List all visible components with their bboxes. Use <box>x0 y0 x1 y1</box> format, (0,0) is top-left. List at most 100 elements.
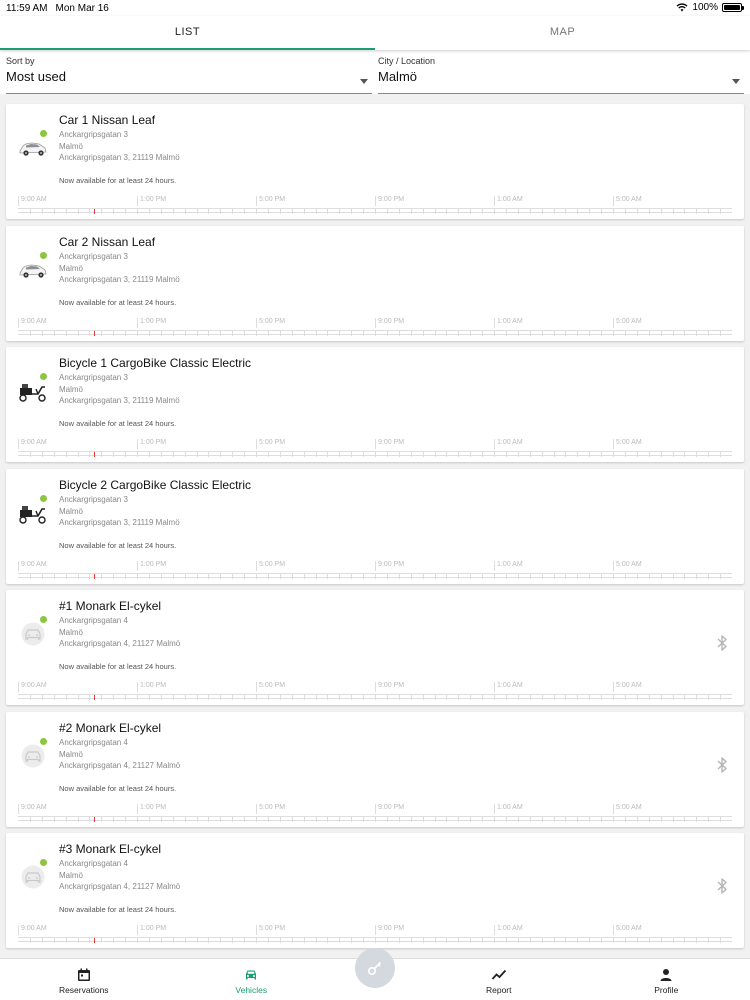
vehicle-card[interactable]: #3 Monark El-cykel Anckargripsgatan 4 Malm… <box>6 833 744 948</box>
vehicle-card[interactable]: Car 1 Nissan Leaf Anckargripsgatan 3 Malmö… <box>6 104 744 219</box>
timeline-tick <box>660 695 662 700</box>
timeline-tick <box>434 452 436 457</box>
timeline-now-marker <box>93 573 95 579</box>
timeline-tick <box>565 452 567 457</box>
timeline-tick <box>363 938 365 943</box>
availability-timeline[interactable]: 9:00 AM 1:00 PM 5:00 PM 9:00 PM 1:00 AM 5:00 … <box>18 560 732 579</box>
availability-timeline[interactable]: 9:00 AM 1:00 PM 5:00 PM 9:00 PM 1:00 AM 5:00 … <box>18 439 732 457</box>
key-icon <box>367 961 382 976</box>
timeline-tick <box>577 452 579 457</box>
tab-map[interactable]: MAP <box>375 16 750 50</box>
battery-percent: 100% <box>692 2 718 13</box>
timeline-tick <box>41 209 43 214</box>
timeline-tick <box>720 452 722 457</box>
key-button[interactable] <box>355 948 395 988</box>
timeline-tick <box>339 452 341 457</box>
timeline-tick <box>53 330 55 336</box>
timeline-tick <box>244 816 246 822</box>
timeline-label: 5:00 PM <box>256 682 285 692</box>
timeline-label: 1:00 AM <box>494 196 523 206</box>
sort-by-select[interactable]: Sort by Most used <box>6 56 372 94</box>
timeline-tick <box>148 330 150 336</box>
timeline-tick <box>601 816 603 822</box>
timeline-tick <box>172 695 174 700</box>
timeline-tick <box>660 573 662 579</box>
timeline-tick <box>505 816 507 822</box>
timeline-tick <box>113 330 115 336</box>
timeline-tick <box>684 209 686 214</box>
timeline-label: 5:00 AM <box>613 803 642 814</box>
timeline-tick <box>422 330 424 336</box>
timeline-tick <box>125 938 127 943</box>
timeline-label: 1:00 PM <box>137 196 166 206</box>
availability-timeline[interactable]: 9:00 AM 1:00 PM 5:00 PM 9:00 PM 1:00 AM 5:00 … <box>18 925 732 943</box>
vehicle-card[interactable]: Bicycle 1 CargoBike Classic Electric Anck… <box>6 347 744 462</box>
timeline-tick <box>244 695 246 700</box>
timeline-tick <box>339 816 341 822</box>
timeline-label: 5:00 PM <box>256 925 285 935</box>
timeline-tick <box>541 816 543 822</box>
vehicle-card[interactable]: Bicycle 2 CargoBike Classic Electric Anck… <box>6 468 744 584</box>
timeline-tick <box>708 695 710 700</box>
availability-timeline[interactable]: 9:00 AM 1:00 PM 5:00 PM 9:00 PM 1:00 AM 5:00 … <box>18 317 732 336</box>
vehicle-card[interactable]: #2 Monark El-cykel Anckargripsgatan 4 Malm… <box>6 711 744 827</box>
timeline-tick <box>684 330 686 336</box>
timeline-tick <box>220 573 222 579</box>
timeline-tick <box>125 695 127 700</box>
timeline-tick <box>505 573 507 579</box>
availability-dot <box>40 616 47 623</box>
timeline-tick <box>267 695 269 700</box>
vehicle-card[interactable]: Car 2 Nissan Leaf Anckargripsgatan 3 Malmö… <box>6 225 744 341</box>
vehicle-availability: Now available for at least 24 hours. <box>59 783 177 793</box>
timeline-tick <box>77 938 79 943</box>
nav-report[interactable]: Report <box>415 959 583 1000</box>
nav-reservations[interactable]: Reservations <box>0 959 168 1000</box>
vehicle-card[interactable]: #1 Monark El-cykel Anckargripsgatan 4 Malm… <box>6 590 744 705</box>
nav-profile[interactable]: Profile <box>583 959 750 1000</box>
timeline-tick <box>184 573 186 579</box>
availability-timeline[interactable]: 9:00 AM 1:00 PM 5:00 PM 9:00 PM 1:00 AM 5:00 … <box>18 196 732 214</box>
vehicle-address-line3: Anckargripsgatan 3, 21119 Malmö <box>59 274 180 284</box>
tab-list[interactable]: LIST <box>0 16 375 50</box>
timeline-tick <box>720 695 722 700</box>
timeline-tick <box>244 938 246 943</box>
timeline-tick <box>256 452 257 457</box>
timeline-tick <box>339 209 341 214</box>
timeline-tick <box>624 816 626 822</box>
nav-vehicles[interactable]: Vehicles <box>168 959 336 1000</box>
timeline-label: 1:00 PM <box>137 439 166 449</box>
timeline-tick <box>553 209 555 214</box>
timeline-tick <box>303 452 305 457</box>
timeline-tick <box>720 209 722 214</box>
timeline-now-marker <box>93 816 95 822</box>
timeline-tick <box>482 452 484 457</box>
timeline-tick <box>410 573 412 579</box>
timeline-tick <box>196 330 198 336</box>
timeline-labels: 9:00 AM 1:00 PM 5:00 PM 9:00 PM 1:00 AM 5:00 … <box>18 317 732 328</box>
availability-timeline[interactable]: 9:00 AM 1:00 PM 5:00 PM 9:00 PM 1:00 AM 5:00 … <box>18 803 732 822</box>
timeline-tick <box>267 209 269 214</box>
trend-icon <box>491 969 506 980</box>
timeline-label: 1:00 PM <box>137 925 166 935</box>
vehicle-address-line3: Anckargripsgatan 3, 21119 Malmö <box>59 396 180 405</box>
timeline-now-marker <box>93 330 95 336</box>
timeline-tick <box>589 938 591 943</box>
timeline-tick <box>636 330 638 336</box>
timeline-tick <box>410 209 412 214</box>
timeline-tick <box>125 573 127 579</box>
timeline-tick <box>624 209 626 214</box>
timeline-tick <box>303 330 305 336</box>
timeline-labels: 9:00 AM 1:00 PM 5:00 PM 9:00 PM 1:00 AM 5:00 … <box>18 196 732 206</box>
timeline-tick <box>446 816 448 822</box>
timeline-tick <box>577 330 579 336</box>
timeline-tick <box>363 695 365 700</box>
availability-timeline[interactable]: 9:00 AM 1:00 PM 5:00 PM 9:00 PM 1:00 AM 5:00 … <box>18 682 732 700</box>
timeline-tick <box>351 573 353 579</box>
vehicle-name: Car 1 Nissan Leaf <box>59 113 156 127</box>
timeline-tick <box>208 209 210 214</box>
timeline-tick <box>446 938 448 943</box>
timeline-label: 5:00 PM <box>256 803 285 814</box>
timeline-tick <box>434 816 436 822</box>
vehicle-availability: Now available for at least 24 hours. <box>59 540 177 550</box>
city-location-select[interactable]: City / Location Malmö <box>378 56 744 94</box>
